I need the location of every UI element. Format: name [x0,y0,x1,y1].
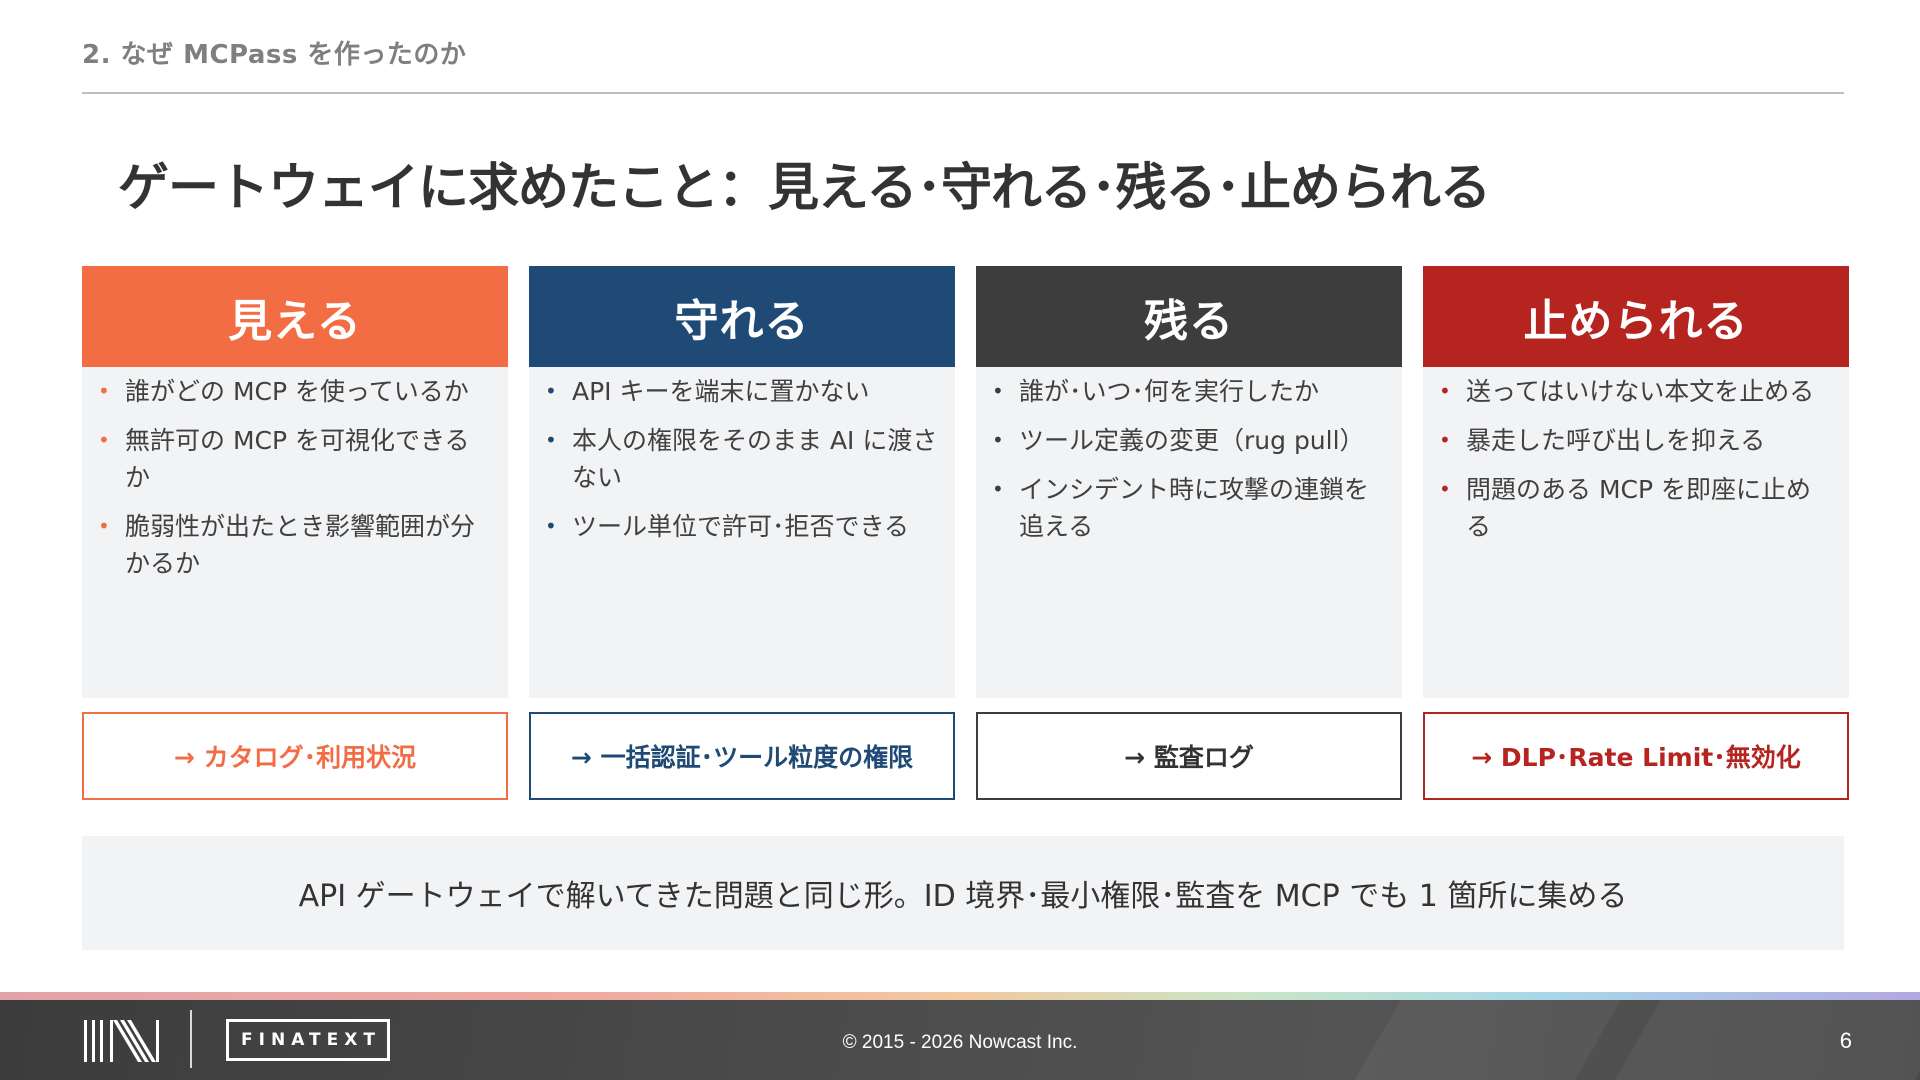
list-item: • 暴走した呼び出しを抑える [1439,422,1833,459]
card-record: 残る • 誰が･いつ･何を実行したか • ツール定義の変更（rug pull） • イ… [976,266,1402,698]
list-item-text: ツール単位で許可･拒否できる [572,512,910,541]
list-item: • 無許可の MCP を可視化できるか [98,422,492,496]
card-header: 守れる [529,266,955,367]
footer: FINATEXT © 2015 - 2026 Nowcast Inc. 6 [0,992,1920,1080]
list-item: • API キーを端末に置かない [545,373,939,410]
card-stop: 止められる • 送ってはいけない本文を止める • 暴走した呼び出しを抑える • 問題の… [1423,266,1849,698]
copyright-text: © 2015 - 2026 Nowcast Inc. [842,1032,1078,1053]
list-item: • 本人の権限をそのまま AI に渡さない [545,422,939,496]
list-item: • 誰が･いつ･何を実行したか [992,373,1386,410]
page-number: 6 [1839,1028,1852,1053]
bullet-dot-icon: • [98,514,110,538]
header-divider [82,92,1844,94]
summary-box: API ゲートウェイで解いてきた問題と同じ形。ID 境界･最小権限･監査を MC… [82,836,1844,950]
footer-gradient-stripe [0,992,1920,1000]
card-visible: 見える • 誰がどの MCP を使っているか • 無許可の MCP を可視化できるか… [82,266,508,698]
result-box-stop: → DLP･Rate Limit･無効化 [1423,712,1849,800]
list-item: • 送ってはいけない本文を止める [1439,373,1833,410]
section-label: 2. なぜ MCPass を作ったのか [82,40,467,70]
list-item-text: 脆弱性が出たとき影響範囲が分かるか [125,512,476,578]
bullet-dot-icon: • [98,428,110,452]
result-box-protect: → 一括認証･ツール粒度の権限 [529,712,955,800]
card-bullet-list: • 誰がどの MCP を使っているか • 無許可の MCP を可視化できるか • 脆弱… [82,367,508,582]
list-item-text: ツール定義の変更（rug pull） [1019,426,1365,455]
bullet-dot-icon: • [1439,477,1451,501]
result-box-record: → 監査ログ [976,712,1402,800]
list-item: • 誰がどの MCP を使っているか [98,373,492,410]
list-item-text: 暴走した呼び出しを抑える [1466,426,1766,455]
list-item-text: 送ってはいけない本文を止める [1466,377,1815,406]
card-protect: 守れる • API キーを端末に置かない • 本人の権限をそのまま AI に渡さない… [529,266,955,698]
card-header: 残る [976,266,1402,367]
card-bullet-list: • 誰が･いつ･何を実行したか • ツール定義の変更（rug pull） • インシデ… [976,367,1402,545]
bullet-dot-icon: • [992,477,1004,501]
card-bullet-list: • 送ってはいけない本文を止める • 暴走した呼び出しを抑える • 問題のある MCP… [1423,367,1849,545]
list-item-text: 誰が･いつ･何を実行したか [1019,377,1320,406]
card-header: 止められる [1423,266,1849,367]
bullet-dot-icon: • [1439,379,1451,403]
list-item-text: API キーを端末に置かない [572,377,870,406]
list-item: • ツール単位で許可･拒否できる [545,508,939,545]
list-item-text: 無許可の MCP を可視化できるか [125,426,470,492]
list-item: • ツール定義の変更（rug pull） [992,422,1386,459]
list-item: • 問題のある MCP を即座に止める [1439,471,1833,545]
list-item-text: 誰がどの MCP を使っているか [125,377,469,406]
bullet-dot-icon: • [98,379,110,403]
bullet-dot-icon: • [545,514,557,538]
list-item-text: インシデント時に攻撃の連鎖を追える [1019,475,1370,541]
slide-title: ゲートウェイに求めたこと：見える･守れる･残る･止められる [118,159,1491,218]
card-bullet-list: • API キーを端末に置かない • 本人の権限をそのまま AI に渡さない • ツー… [529,367,955,545]
bullet-dot-icon: • [545,379,557,403]
bullet-dot-icon: • [992,428,1004,452]
result-box-visible: → カタログ･利用状況 [82,712,508,800]
card-header: 見える [82,266,508,367]
bullet-dot-icon: • [992,379,1004,403]
summary-text: API ゲートウェイで解いてきた問題と同じ形。ID 境界･最小権限･監査を MC… [298,879,1628,914]
list-item-text: 問題のある MCP を即座に止める [1466,475,1811,541]
list-item: • インシデント時に攻撃の連鎖を追える [992,471,1386,545]
bullet-dot-icon: • [1439,428,1451,452]
bullet-dot-icon: • [545,428,557,452]
list-item-text: 本人の権限をそのまま AI に渡さない [572,426,938,492]
list-item: • 脆弱性が出たとき影響範囲が分かるか [98,508,492,582]
